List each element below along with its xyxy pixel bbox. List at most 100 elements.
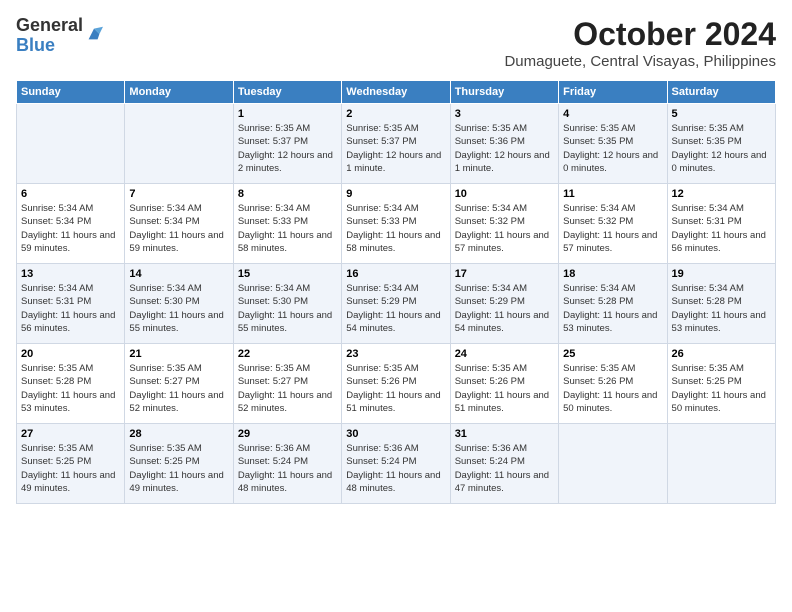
day-number: 2 bbox=[346, 108, 445, 120]
calendar-cell: 13 Sunrise: 5:34 AM Sunset: 5:31 PM Dayli… bbox=[17, 264, 125, 344]
calendar-cell: 11Sunrise: 5:34 AM Sunset: 5:32 PM Dayli… bbox=[559, 184, 667, 264]
day-detail: Sunrise: 5:34 AM Sunset: 5:34 PM Dayligh… bbox=[21, 202, 120, 255]
page-subtitle: Dumaguete, Central Visayas, Philippines bbox=[504, 53, 776, 70]
day-detail: Sunrise: 5:35 AM Sunset: 5:27 PM Dayligh… bbox=[238, 362, 337, 415]
calendar-cell: 17 Sunrise: 5:34 AM Sunset: 5:29 PM Dayli… bbox=[450, 264, 558, 344]
day-detail: Sunrise: 5:34 AM Sunset: 5:33 PM Dayligh… bbox=[238, 202, 337, 255]
calendar-cell: 27 Sunrise: 5:35 AM Sunset: 5:25 PM Dayli… bbox=[17, 424, 125, 504]
day-number: 12 bbox=[672, 188, 771, 200]
day-detail: Sunrise: 5:34 AM Sunset: 5:32 PM Dayligh… bbox=[563, 202, 662, 255]
day-number: 18 bbox=[563, 268, 662, 280]
weekday-header-thursday: Thursday bbox=[450, 81, 558, 104]
calendar-cell: 6 Sunrise: 5:34 AM Sunset: 5:34 PM Daylig… bbox=[17, 184, 125, 264]
calendar-cell: 3Sunrise: 5:35 AM Sunset: 5:36 PM Daylig… bbox=[450, 104, 558, 184]
day-number: 21 bbox=[129, 348, 228, 360]
day-number: 30 bbox=[346, 428, 445, 440]
calendar-cell: 7Sunrise: 5:34 AM Sunset: 5:34 PM Daylig… bbox=[125, 184, 233, 264]
calendar-cell: 25 Sunrise: 5:35 AM Sunset: 5:26 PM Dayli… bbox=[559, 344, 667, 424]
calendar-cell bbox=[125, 104, 233, 184]
logo-text: General Blue bbox=[16, 16, 83, 56]
day-detail: Sunrise: 5:35 AM Sunset: 5:27 PM Dayligh… bbox=[129, 362, 228, 415]
weekday-header-saturday: Saturday bbox=[667, 81, 775, 104]
calendar-cell: 28 Sunrise: 5:35 AM Sunset: 5:25 PM Dayli… bbox=[125, 424, 233, 504]
day-number: 5 bbox=[672, 108, 771, 120]
weekday-header-friday: Friday bbox=[559, 81, 667, 104]
calendar-week-row: 1 Sunrise: 5:35 AM Sunset: 5:37 PM Daylig… bbox=[17, 104, 776, 184]
calendar-cell bbox=[667, 424, 775, 504]
day-detail: Sunrise: 5:35 AM Sunset: 5:35 PM Dayligh… bbox=[672, 122, 771, 175]
day-number: 17 bbox=[455, 268, 554, 280]
day-detail: Sunrise: 5:34 AM Sunset: 5:29 PM Dayligh… bbox=[455, 282, 554, 335]
day-number: 4 bbox=[563, 108, 662, 120]
day-number: 31 bbox=[455, 428, 554, 440]
day-detail: Sunrise: 5:35 AM Sunset: 5:25 PM Dayligh… bbox=[21, 442, 120, 495]
day-detail: Sunrise: 5:35 AM Sunset: 5:26 PM Dayligh… bbox=[346, 362, 445, 415]
calendar-cell: 12Sunrise: 5:34 AM Sunset: 5:31 PM Dayli… bbox=[667, 184, 775, 264]
calendar-cell: 2 Sunrise: 5:35 AM Sunset: 5:37 PM Daylig… bbox=[342, 104, 450, 184]
calendar-cell: 24 Sunrise: 5:35 AM Sunset: 5:26 PM Dayli… bbox=[450, 344, 558, 424]
day-detail: Sunrise: 5:34 AM Sunset: 5:30 PM Dayligh… bbox=[238, 282, 337, 335]
day-number: 14 bbox=[129, 268, 228, 280]
day-number: 15 bbox=[238, 268, 337, 280]
calendar-cell: 10Sunrise: 5:34 AM Sunset: 5:32 PM Dayli… bbox=[450, 184, 558, 264]
calendar-cell: 21 Sunrise: 5:35 AM Sunset: 5:27 PM Dayli… bbox=[125, 344, 233, 424]
calendar-cell: 30 Sunrise: 5:36 AM Sunset: 5:24 PM Dayli… bbox=[342, 424, 450, 504]
day-number: 20 bbox=[21, 348, 120, 360]
day-detail: Sunrise: 5:35 AM Sunset: 5:25 PM Dayligh… bbox=[672, 362, 771, 415]
day-detail: Sunrise: 5:35 AM Sunset: 5:25 PM Dayligh… bbox=[129, 442, 228, 495]
calendar-cell: 4 Sunrise: 5:35 AM Sunset: 5:35 PM Daylig… bbox=[559, 104, 667, 184]
day-number: 13 bbox=[21, 268, 120, 280]
day-detail: Sunrise: 5:34 AM Sunset: 5:29 PM Dayligh… bbox=[346, 282, 445, 335]
day-number: 19 bbox=[672, 268, 771, 280]
logo-icon bbox=[85, 25, 103, 43]
calendar-week-row: 6 Sunrise: 5:34 AM Sunset: 5:34 PM Daylig… bbox=[17, 184, 776, 264]
calendar-cell: 1 Sunrise: 5:35 AM Sunset: 5:37 PM Daylig… bbox=[233, 104, 341, 184]
logo: General Blue bbox=[16, 16, 103, 56]
day-number: 27 bbox=[21, 428, 120, 440]
calendar-table: SundayMondayTuesdayWednesdayThursdayFrid… bbox=[16, 80, 776, 504]
weekday-header-sunday: Sunday bbox=[17, 81, 125, 104]
day-number: 1 bbox=[238, 108, 337, 120]
calendar-cell: 19 Sunrise: 5:34 AM Sunset: 5:28 PM Dayli… bbox=[667, 264, 775, 344]
calendar-cell: 9 Sunrise: 5:34 AM Sunset: 5:33 PM Daylig… bbox=[342, 184, 450, 264]
calendar-cell: 22 Sunrise: 5:35 AM Sunset: 5:27 PM Dayli… bbox=[233, 344, 341, 424]
calendar-week-row: 13 Sunrise: 5:34 AM Sunset: 5:31 PM Dayli… bbox=[17, 264, 776, 344]
calendar-cell: 8Sunrise: 5:34 AM Sunset: 5:33 PM Daylig… bbox=[233, 184, 341, 264]
calendar-cell bbox=[17, 104, 125, 184]
day-detail: Sunrise: 5:35 AM Sunset: 5:37 PM Dayligh… bbox=[346, 122, 445, 175]
calendar-cell: 5 Sunrise: 5:35 AM Sunset: 5:35 PM Daylig… bbox=[667, 104, 775, 184]
day-detail: Sunrise: 5:35 AM Sunset: 5:37 PM Dayligh… bbox=[238, 122, 337, 175]
calendar-cell: 31 Sunrise: 5:36 AM Sunset: 5:24 PM Dayli… bbox=[450, 424, 558, 504]
day-number: 9 bbox=[346, 188, 445, 200]
day-detail: Sunrise: 5:35 AM Sunset: 5:26 PM Dayligh… bbox=[455, 362, 554, 415]
day-number: 26 bbox=[672, 348, 771, 360]
day-detail: Sunrise: 5:36 AM Sunset: 5:24 PM Dayligh… bbox=[455, 442, 554, 495]
day-number: 28 bbox=[129, 428, 228, 440]
day-number: 25 bbox=[563, 348, 662, 360]
page-header: General Blue October 2024 Dumaguete, Cen… bbox=[16, 16, 776, 70]
day-detail: Sunrise: 5:36 AM Sunset: 5:24 PM Dayligh… bbox=[346, 442, 445, 495]
calendar-cell: 15 Sunrise: 5:34 AM Sunset: 5:30 PM Dayli… bbox=[233, 264, 341, 344]
day-detail: Sunrise: 5:35 AM Sunset: 5:26 PM Dayligh… bbox=[563, 362, 662, 415]
day-detail: Sunrise: 5:34 AM Sunset: 5:33 PM Dayligh… bbox=[346, 202, 445, 255]
logo-line2: Blue bbox=[16, 36, 83, 56]
day-detail: Sunrise: 5:34 AM Sunset: 5:28 PM Dayligh… bbox=[672, 282, 771, 335]
day-number: 10 bbox=[455, 188, 554, 200]
day-detail: Sunrise: 5:35 AM Sunset: 5:35 PM Dayligh… bbox=[563, 122, 662, 175]
day-detail: Sunrise: 5:35 AM Sunset: 5:36 PM Dayligh… bbox=[455, 122, 554, 175]
day-number: 6 bbox=[21, 188, 120, 200]
day-detail: Sunrise: 5:34 AM Sunset: 5:31 PM Dayligh… bbox=[21, 282, 120, 335]
calendar-cell: 26 Sunrise: 5:35 AM Sunset: 5:25 PM Dayli… bbox=[667, 344, 775, 424]
calendar-cell: 23Sunrise: 5:35 AM Sunset: 5:26 PM Dayli… bbox=[342, 344, 450, 424]
day-number: 24 bbox=[455, 348, 554, 360]
day-detail: Sunrise: 5:34 AM Sunset: 5:34 PM Dayligh… bbox=[129, 202, 228, 255]
day-number: 22 bbox=[238, 348, 337, 360]
calendar-cell: 20 Sunrise: 5:35 AM Sunset: 5:28 PM Dayli… bbox=[17, 344, 125, 424]
calendar-week-row: 27 Sunrise: 5:35 AM Sunset: 5:25 PM Dayli… bbox=[17, 424, 776, 504]
day-detail: Sunrise: 5:36 AM Sunset: 5:24 PM Dayligh… bbox=[238, 442, 337, 495]
weekday-header-monday: Monday bbox=[125, 81, 233, 104]
calendar-week-row: 20 Sunrise: 5:35 AM Sunset: 5:28 PM Dayli… bbox=[17, 344, 776, 424]
day-number: 16 bbox=[346, 268, 445, 280]
calendar-cell bbox=[559, 424, 667, 504]
day-detail: Sunrise: 5:35 AM Sunset: 5:28 PM Dayligh… bbox=[21, 362, 120, 415]
